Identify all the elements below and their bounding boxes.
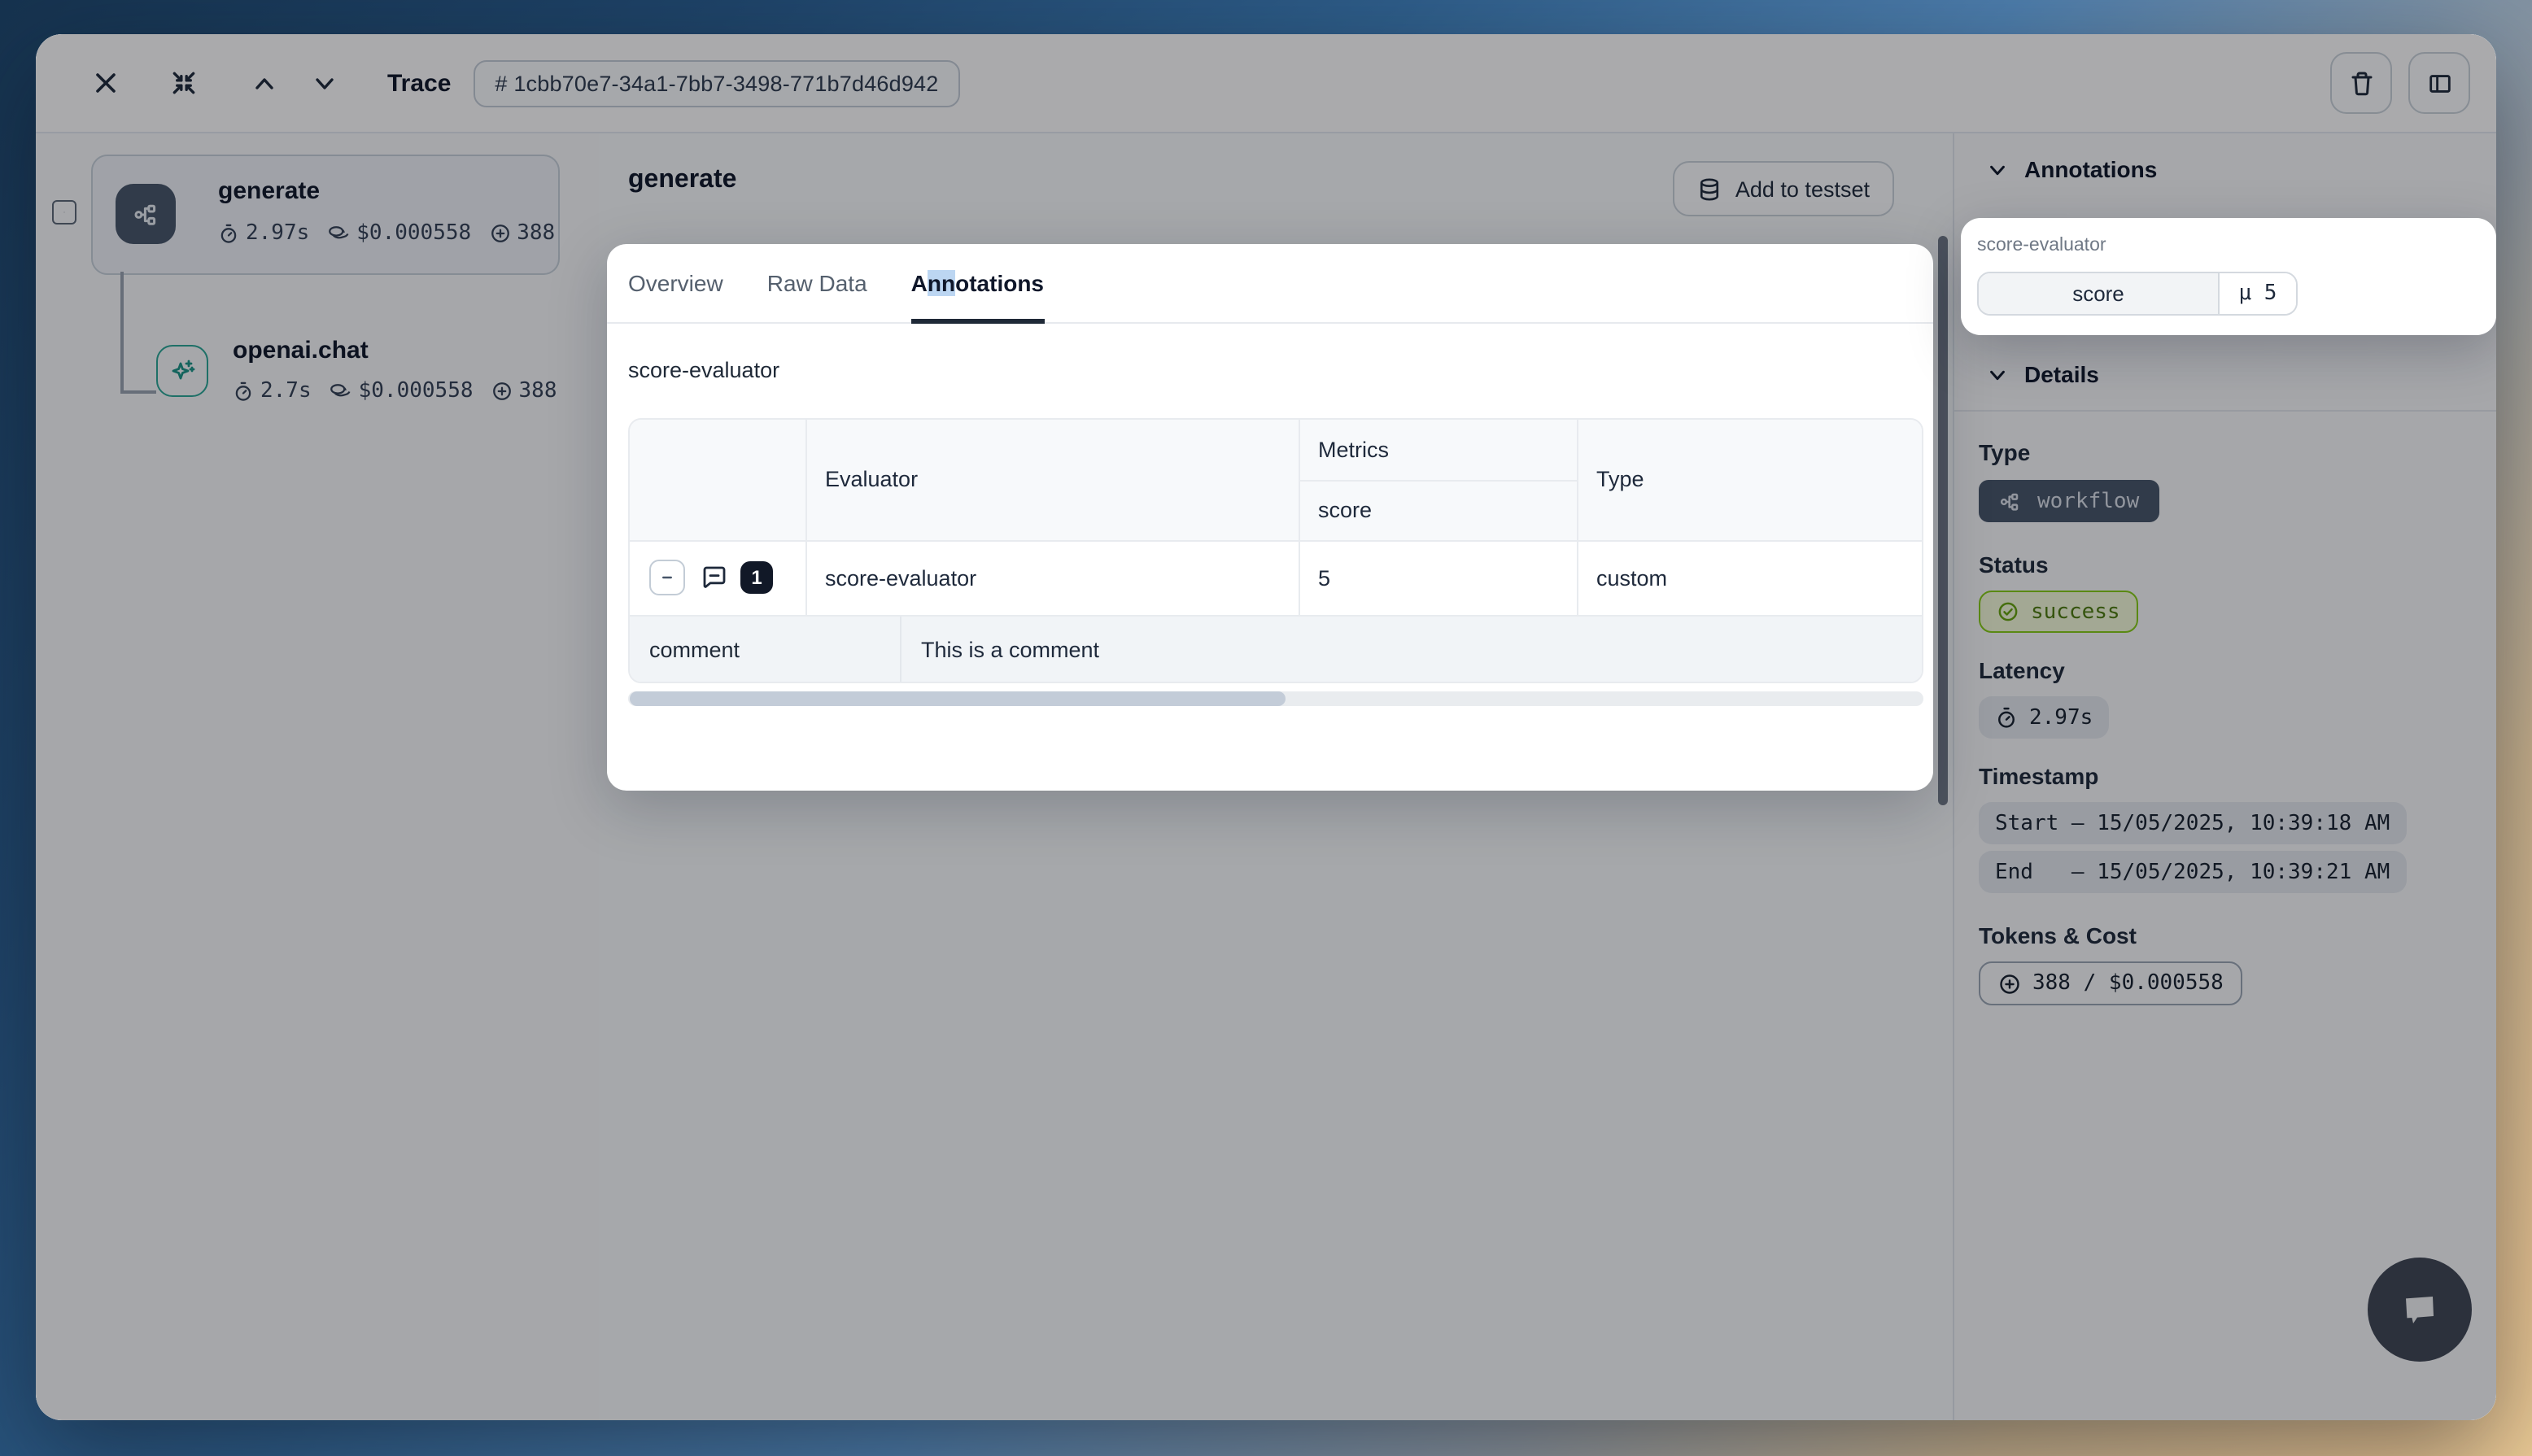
table-header: Evaluator Metrics score Type [630,420,1922,540]
tab-raw-data[interactable]: Raw Data [767,244,867,322]
row-collapse-button[interactable] [649,560,685,595]
table-horizontal-scrollbar[interactable] [628,691,1923,706]
comment-count-badge[interactable]: 1 [740,561,773,594]
scrollbar-thumb[interactable] [630,691,1286,706]
comment-value: This is a comment [921,617,1099,682]
annotation-card: score-evaluator score μ 5 [1961,218,2496,335]
metric-name[interactable]: score [1979,273,2220,314]
annotations-table: Evaluator Metrics score Type [628,418,1923,683]
metric-value[interactable]: μ 5 [2220,273,2296,314]
tab-annotations[interactable]: Annotations [911,244,1044,322]
minus-icon [661,569,674,586]
tab-bar: Overview Raw Data Annotations [607,244,1933,324]
col-header-evaluator: Evaluator [825,420,918,540]
cell-type: custom [1596,542,1667,615]
col-header-metric-score: score [1318,480,1372,542]
comment-key: comment [649,617,740,682]
col-header-metrics: Metrics [1318,420,1389,480]
tab-overview[interactable]: Overview [628,244,723,322]
text-selection: nn [928,270,955,296]
annotation-evaluator-label: score-evaluator [1977,236,2106,255]
comment-icon[interactable] [700,563,729,600]
span-detail-card: Overview Raw Data Annotations score-eval… [607,244,1933,791]
screen: Trace # 1cbb70e7-34a1-7bb7-3498-771b7d46… [0,0,2532,1456]
evaluator-section-title: score-evaluator [628,358,779,382]
trace-viewer-panel: Trace # 1cbb70e7-34a1-7bb7-3498-771b7d46… [36,34,2496,1420]
annotation-score-pill[interactable]: score μ 5 [1977,272,2298,316]
comment-row: comment This is a comment [630,615,1922,682]
col-header-type: Type [1596,420,1644,540]
cell-evaluator: score-evaluator [825,542,976,615]
table-row: 1 score-evaluator 5 custom [630,540,1922,615]
cell-score: 5 [1318,542,1330,615]
